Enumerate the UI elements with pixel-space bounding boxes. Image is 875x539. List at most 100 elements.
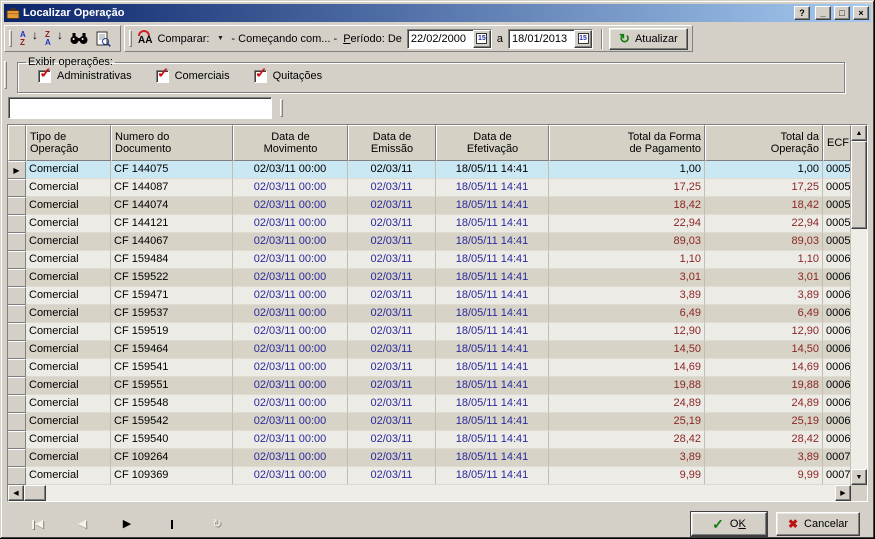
column-header-mov[interactable]: Data deMovimento bbox=[233, 125, 348, 161]
grid-cell-emissao[interactable]: 02/03/11 bbox=[348, 395, 436, 413]
comparar-dropdown-button[interactable]: ▼ bbox=[212, 30, 228, 48]
grid-cell-efet[interactable]: 18/05/11 14:41 bbox=[436, 449, 549, 467]
date-from-calendar-button[interactable]: 15 bbox=[473, 30, 491, 48]
grid-cell-forma[interactable]: 3,89 bbox=[549, 449, 705, 467]
grid-cell-emissao[interactable]: 02/03/11 bbox=[348, 179, 436, 197]
grid-cell-mov[interactable]: 02/03/11 00:00 bbox=[233, 251, 348, 269]
grid-cell-emissao[interactable]: 02/03/11 bbox=[348, 359, 436, 377]
grid-cell-mov[interactable]: 02/03/11 00:00 bbox=[233, 413, 348, 431]
grid-cell-tipo[interactable]: Comercial bbox=[26, 341, 111, 359]
grid-cell-total[interactable]: 14,69 bbox=[705, 359, 823, 377]
grid-cell-doc[interactable]: CF 144067 bbox=[111, 233, 233, 251]
grid-cell-forma[interactable]: 6,49 bbox=[549, 305, 705, 323]
grid-cell-tipo[interactable]: Comercial bbox=[26, 215, 111, 233]
grid-cell-mov[interactable]: 02/03/11 00:00 bbox=[233, 431, 348, 449]
column-header-efet[interactable]: Data deEfetivação bbox=[436, 125, 549, 161]
band-grip[interactable] bbox=[4, 56, 11, 93]
grid-cell-ecf[interactable]: 0006 bbox=[823, 431, 851, 449]
grid-cell-efet[interactable]: 18/05/11 14:41 bbox=[436, 215, 549, 233]
date-from-input[interactable] bbox=[409, 31, 473, 47]
grid-cell-efet[interactable]: 18/05/11 14:41 bbox=[436, 179, 549, 197]
grid-cell-emissao[interactable]: 02/03/11 bbox=[348, 467, 436, 485]
grid-cell-efet[interactable]: 18/05/11 14:41 bbox=[436, 467, 549, 485]
horizontal-scrollbar[interactable]: ◀ ▶ bbox=[8, 485, 851, 501]
grid-cell-tipo[interactable]: Comercial bbox=[26, 269, 111, 287]
grid-cell-emissao[interactable]: 02/03/11 bbox=[348, 233, 436, 251]
grid-cell-emissao[interactable]: 02/03/11 bbox=[348, 251, 436, 269]
grid-cell-ecf[interactable]: 0006 bbox=[823, 305, 851, 323]
minimize-button[interactable]: _ bbox=[815, 6, 831, 20]
grid-cell-forma[interactable]: 24,89 bbox=[549, 395, 705, 413]
grid-cell-emissao[interactable]: 02/03/11 bbox=[348, 269, 436, 287]
grid-cell-doc[interactable]: CF 144075 bbox=[111, 161, 233, 179]
grid-cell-mov[interactable]: 02/03/11 00:00 bbox=[233, 269, 348, 287]
column-header-emissao[interactable]: Data deEmissão bbox=[348, 125, 436, 161]
grid-cell-forma[interactable]: 1,00 bbox=[549, 161, 705, 179]
table-row[interactable]: ComercialCF 14407402/03/11 00:0002/03/11… bbox=[8, 197, 867, 215]
table-row[interactable]: ComercialCF 15946402/03/11 00:0002/03/11… bbox=[8, 341, 867, 359]
grid-cell-forma[interactable]: 1,10 bbox=[549, 251, 705, 269]
column-header-forma[interactable]: Total da Formade Pagamento bbox=[549, 125, 705, 161]
grid-cell-forma[interactable]: 3,01 bbox=[549, 269, 705, 287]
grid-cell-ecf[interactable]: 0006 bbox=[823, 359, 851, 377]
grid-cell-forma[interactable]: 14,50 bbox=[549, 341, 705, 359]
grid-cell-total[interactable]: 1,10 bbox=[705, 251, 823, 269]
close-button[interactable]: × bbox=[853, 6, 869, 20]
grid-cell-forma[interactable]: 22,94 bbox=[549, 215, 705, 233]
grid-cell-ecf[interactable]: 0006 bbox=[823, 287, 851, 305]
grid-cell-total[interactable]: 14,50 bbox=[705, 341, 823, 359]
grid-cell-ecf[interactable]: 0006 bbox=[823, 323, 851, 341]
grid-cell-tipo[interactable]: Comercial bbox=[26, 233, 111, 251]
scroll-right-button[interactable]: ▶ bbox=[835, 485, 851, 501]
ok-button[interactable]: ✓ OK bbox=[691, 512, 767, 536]
table-row[interactable]: ComercialCF 15948402/03/11 00:0002/03/11… bbox=[8, 251, 867, 269]
grid-cell-efet[interactable]: 18/05/11 14:41 bbox=[436, 431, 549, 449]
grid-cell-forma[interactable]: 17,25 bbox=[549, 179, 705, 197]
grid-cell-ecf[interactable]: 0005 bbox=[823, 161, 851, 179]
grid-cell-emissao[interactable]: 02/03/11 bbox=[348, 341, 436, 359]
grid-cell-emissao[interactable]: 02/03/11 bbox=[348, 215, 436, 233]
grid-cell-ecf[interactable]: 0006 bbox=[823, 341, 851, 359]
column-header-ecf[interactable]: ECF bbox=[823, 125, 851, 161]
grid-cell-doc[interactable]: CF 159522 bbox=[111, 269, 233, 287]
grid-cell-ecf[interactable]: 0006 bbox=[823, 269, 851, 287]
grid-cell-tipo[interactable]: Comercial bbox=[26, 197, 111, 215]
panel-grip[interactable] bbox=[9, 30, 12, 47]
grid-cell-mov[interactable]: 02/03/11 00:00 bbox=[233, 179, 348, 197]
vertical-scroll-thumb[interactable] bbox=[851, 141, 867, 229]
table-row[interactable]: ComercialCF 15951902/03/11 00:0002/03/11… bbox=[8, 323, 867, 341]
grid-cell-total[interactable]: 22,94 bbox=[705, 215, 823, 233]
grid-cell-mov[interactable]: 02/03/11 00:00 bbox=[233, 161, 348, 179]
grid-cell-forma[interactable]: 14,69 bbox=[549, 359, 705, 377]
grid-cell-forma[interactable]: 9,99 bbox=[549, 467, 705, 485]
atualizar-button[interactable]: ↻ Atualizar bbox=[609, 28, 688, 50]
date-to-calendar-button[interactable]: 15 bbox=[574, 30, 592, 48]
table-row[interactable]: ComercialCF 15952202/03/11 00:0002/03/11… bbox=[8, 269, 867, 287]
grid-cell-emissao[interactable]: 02/03/11 bbox=[348, 431, 436, 449]
grid-cell-tipo[interactable]: Comercial bbox=[26, 395, 111, 413]
grid-cell-doc[interactable]: CF 109369 bbox=[111, 467, 233, 485]
grid-cell-mov[interactable]: 02/03/11 00:00 bbox=[233, 467, 348, 485]
grid-cell-doc[interactable]: CF 159471 bbox=[111, 287, 233, 305]
band-grip[interactable] bbox=[280, 99, 287, 117]
preview-button[interactable] bbox=[91, 28, 116, 50]
grid-cell-efet[interactable]: 18/05/11 14:41 bbox=[436, 359, 549, 377]
grid-cell-efet[interactable]: 18/05/11 14:41 bbox=[436, 323, 549, 341]
vertical-scroll-track[interactable] bbox=[851, 229, 867, 469]
grid-cell-mov[interactable]: 02/03/11 00:00 bbox=[233, 449, 348, 467]
grid-cell-efet[interactable]: 18/05/11 14:41 bbox=[436, 305, 549, 323]
grid-cell-mov[interactable]: 02/03/11 00:00 bbox=[233, 215, 348, 233]
grid-cell-ecf[interactable]: 0006 bbox=[823, 377, 851, 395]
grid-cell-total[interactable]: 9,99 bbox=[705, 467, 823, 485]
grid-cell-doc[interactable]: CF 144074 bbox=[111, 197, 233, 215]
grid-cell-forma[interactable]: 25,19 bbox=[549, 413, 705, 431]
grid-cell-mov[interactable]: 02/03/11 00:00 bbox=[233, 287, 348, 305]
grid-cell-doc[interactable]: CF 159551 bbox=[111, 377, 233, 395]
grid-cell-emissao[interactable]: 02/03/11 bbox=[348, 287, 436, 305]
date-to-input[interactable] bbox=[510, 31, 574, 47]
grid-cell-ecf[interactable]: 0007 bbox=[823, 449, 851, 467]
table-row[interactable]: ComercialCF 14408702/03/11 00:0002/03/11… bbox=[8, 179, 867, 197]
checkbox-quitacoes[interactable]: ✓ Quitações bbox=[254, 70, 323, 83]
grid-cell-forma[interactable]: 19,88 bbox=[549, 377, 705, 395]
table-row[interactable]: ComercialCF 10936902/03/11 00:0002/03/11… bbox=[8, 467, 867, 485]
